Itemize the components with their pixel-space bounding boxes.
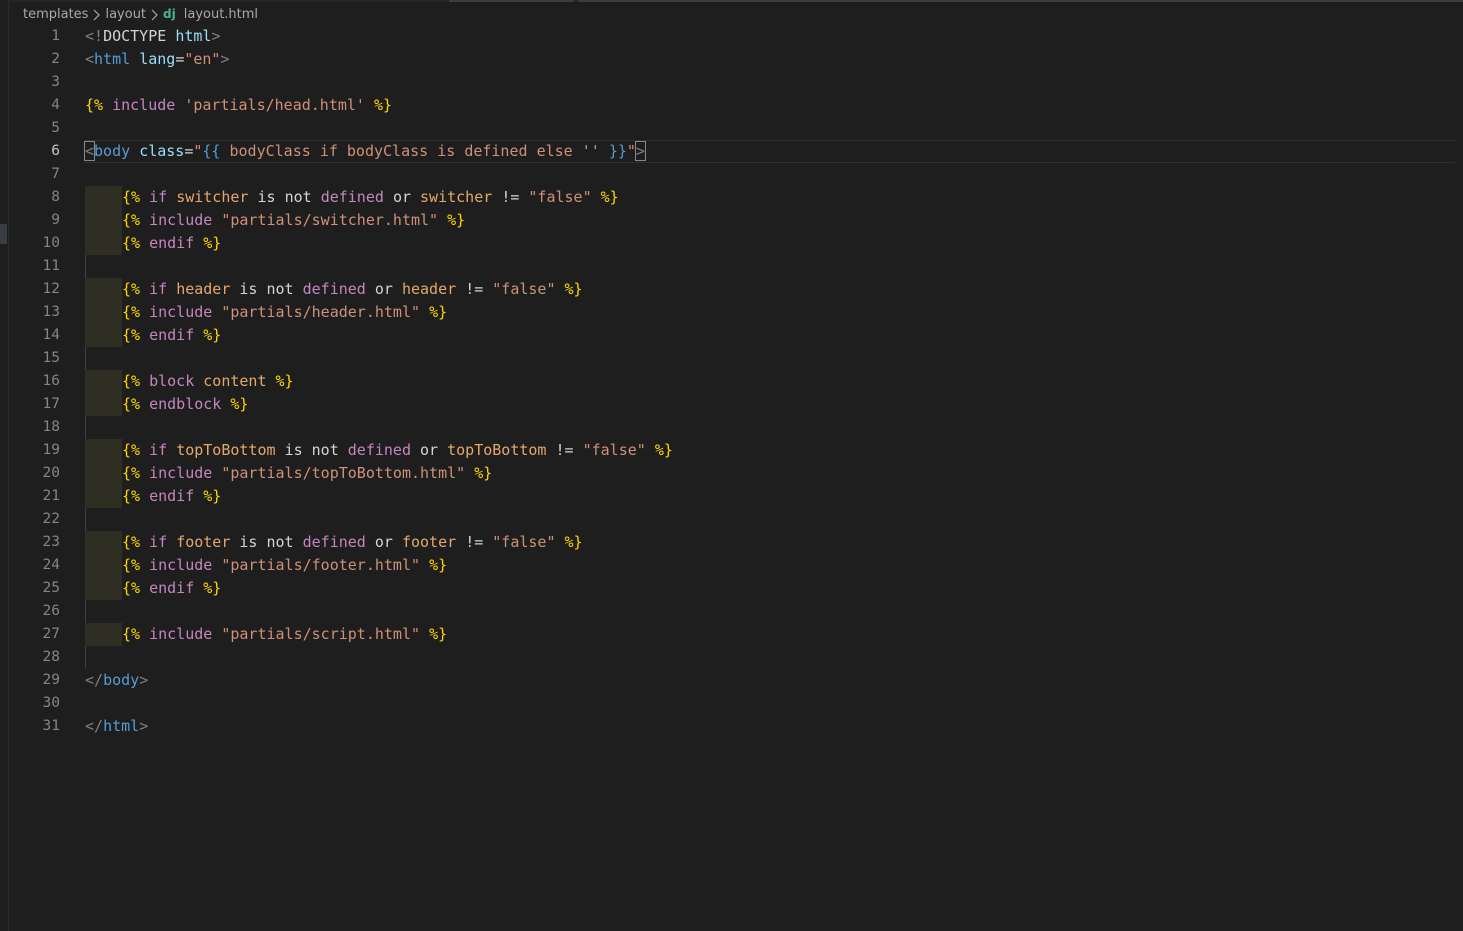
line-number: 29 — [42, 672, 60, 688]
line-number: 18 — [42, 419, 60, 435]
indent-highlight — [85, 209, 122, 232]
code-line[interactable] — [85, 255, 1455, 278]
indent-highlight — [85, 232, 122, 255]
code-line[interactable] — [85, 692, 1455, 715]
indent-highlight — [85, 485, 122, 508]
code-line[interactable] — [85, 646, 1455, 669]
indent-highlight — [85, 186, 122, 209]
tab-edge-segment — [578, 0, 1463, 2]
line-number: 11 — [42, 258, 60, 274]
code-line[interactable]: {% include "partials/footer.html" %} — [85, 554, 1455, 577]
indent-highlight — [85, 531, 122, 554]
code-line[interactable]: {% endif %} — [85, 232, 1455, 255]
indent-highlight — [85, 462, 122, 485]
line-number: 21 — [42, 488, 60, 504]
line-number: 20 — [42, 465, 60, 481]
code-line[interactable]: {% if footer is not defined or footer !=… — [85, 531, 1455, 554]
code-line[interactable]: <body class="{{ bodyClass if bodyClass i… — [83, 140, 1455, 163]
code-line[interactable] — [85, 117, 1455, 140]
code-line[interactable]: {% endif %} — [85, 324, 1455, 347]
django-file-icon: dj — [163, 7, 176, 21]
breadcrumb-item-file[interactable]: layout.html — [184, 7, 258, 22]
indent-highlight — [85, 623, 122, 646]
code-line[interactable] — [85, 163, 1455, 186]
line-number: 23 — [42, 534, 60, 550]
code-line[interactable] — [85, 347, 1455, 370]
line-number: 17 — [42, 396, 60, 412]
code-line[interactable] — [85, 508, 1455, 531]
line-number: 31 — [42, 718, 60, 734]
indent-highlight — [85, 324, 122, 347]
line-number: 16 — [42, 373, 60, 389]
code-line[interactable]: {% endif %} — [85, 577, 1455, 600]
line-number-gutter: 1 2 3 4 5 6 7 8 9 10 11 12 13 14 15 16 17 18 19 20 21 22 23 24 2… — [8, 25, 60, 738]
breadcrumb-item-templates[interactable]: templates — [23, 7, 88, 22]
code-line[interactable] — [85, 600, 1455, 623]
line-number: 24 — [42, 557, 60, 573]
code-line[interactable]: <html lang="en"> — [85, 48, 1455, 71]
indent-highlight — [85, 439, 122, 462]
code-line[interactable]: {% endif %} — [85, 485, 1455, 508]
line-number: 22 — [42, 511, 60, 527]
line-number: 8 — [51, 189, 60, 205]
code-editor[interactable]: 1 2 3 4 5 6 7 8 9 10 11 12 13 14 15 16 17 18 19 20 21 22 23 24 2… — [8, 25, 1463, 931]
line-number: 4 — [51, 97, 60, 113]
code-line[interactable]: {% if topToBottom is not defined or topT… — [85, 439, 1455, 462]
indent-highlight — [85, 554, 122, 577]
line-number: 10 — [42, 235, 60, 251]
indent-highlight — [85, 301, 122, 324]
indent-highlight — [85, 577, 122, 600]
code-line[interactable]: {% include 'partials/head.html' %} — [85, 94, 1455, 117]
line-number: 14 — [42, 327, 60, 343]
breadcrumb: templates layout dj layout.html — [23, 3, 258, 25]
chevron-right-icon — [150, 7, 159, 21]
code-line[interactable]: {% endblock %} — [85, 393, 1455, 416]
line-number: 9 — [51, 212, 60, 228]
code-line[interactable]: {% include "partials/header.html" %} — [85, 301, 1455, 324]
tab-bar-edge — [8, 0, 1463, 2]
line-number: 13 — [42, 304, 60, 320]
line-number: 19 — [42, 442, 60, 458]
code-area[interactable]: <!DOCTYPE html> <html lang="en"> {% inclu… — [83, 25, 1455, 738]
sash-handle[interactable] — [0, 224, 7, 244]
indent-highlight — [85, 393, 122, 416]
code-line[interactable]: <!DOCTYPE html> — [85, 25, 1455, 48]
line-number: 1 — [51, 28, 60, 44]
code-line[interactable] — [85, 71, 1455, 94]
code-line[interactable]: {% include "partials/script.html" %} — [85, 623, 1455, 646]
line-number: 15 — [42, 350, 60, 366]
indent-highlight — [85, 278, 122, 301]
chevron-right-icon — [92, 7, 101, 21]
line-number: 30 — [42, 695, 60, 711]
line-number: 3 — [51, 74, 60, 90]
breadcrumb-item-layout[interactable]: layout — [105, 7, 146, 22]
code-line[interactable]: {% include "partials/switcher.html" %} — [85, 209, 1455, 232]
code-line[interactable]: </html> — [85, 715, 1455, 738]
line-number: 5 — [51, 120, 60, 136]
code-line[interactable]: </body> — [85, 669, 1455, 692]
line-number: 28 — [42, 649, 60, 665]
line-number: 27 — [42, 626, 60, 642]
line-number: 6 — [51, 143, 60, 159]
code-line[interactable]: {% if switcher is not defined or switche… — [85, 186, 1455, 209]
code-line[interactable] — [85, 416, 1455, 439]
code-line[interactable]: {% block content %} — [85, 370, 1455, 393]
line-number: 26 — [42, 603, 60, 619]
line-number: 2 — [51, 51, 60, 67]
line-number: 12 — [42, 281, 60, 297]
code-line[interactable]: {% include "partials/topToBottom.html" %… — [85, 462, 1455, 485]
line-number: 7 — [51, 166, 60, 182]
line-number: 25 — [42, 580, 60, 596]
tab-edge-segment — [449, 0, 574, 2]
indent-highlight — [85, 370, 122, 393]
code-line[interactable]: {% if header is not defined or header !=… — [85, 278, 1455, 301]
